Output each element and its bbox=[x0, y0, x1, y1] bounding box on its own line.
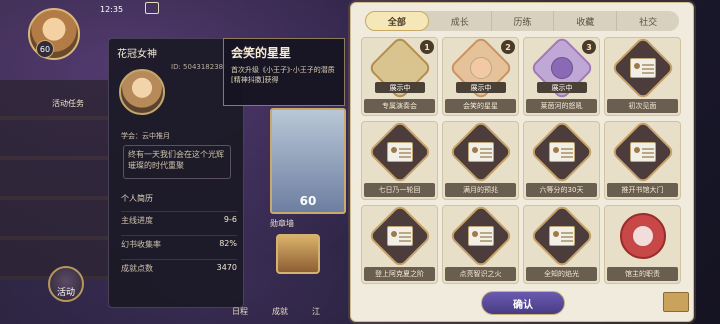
bottom-tab-other[interactable]: 江 bbox=[312, 306, 320, 317]
achievement-emblem-icon bbox=[528, 203, 595, 269]
achievement-name: 七日乃一轮回 bbox=[364, 183, 435, 197]
tab-experience[interactable]: 历练 bbox=[492, 11, 555, 31]
emblem-glyph-icon bbox=[629, 58, 656, 78]
achievement-tooltip: 会笑的星星 首次升级《小王子》·小王子的潜质[精神抖擞]获得 bbox=[223, 38, 345, 106]
bottom-tab-schedule[interactable]: 日程 bbox=[232, 306, 248, 317]
event-button-label: 活动 bbox=[56, 288, 75, 298]
tab-collection[interactable]: 收藏 bbox=[554, 11, 618, 31]
stat-value: 82% bbox=[219, 239, 237, 248]
stat-row-collection-rate: 幻书收集率 82% bbox=[121, 235, 237, 250]
badge-wall-gift-icon[interactable] bbox=[276, 234, 320, 274]
achievement-item[interactable]: 3 展示中 莱茵河的怒吼 bbox=[523, 35, 600, 116]
confirm-button[interactable]: 确认 bbox=[481, 291, 565, 315]
achievement-name: 全知的焰光 bbox=[526, 267, 597, 281]
emblem-glyph-icon bbox=[469, 57, 492, 79]
achievement-emblem-icon bbox=[609, 35, 676, 101]
player-name: 花冠女神 bbox=[117, 49, 157, 60]
stat-row-main-progress: 主线进度 9-6 bbox=[121, 211, 237, 226]
achievement-name: 会笑的星星 bbox=[445, 99, 516, 113]
player-level-badge: 60 bbox=[36, 40, 54, 58]
achievement-panel: 全部 成长 历练 收藏 社交 1 展示中 专属演奏会 2 展示中 会笑的星星 3 展示中 莱茵河… bbox=[350, 2, 694, 322]
tooltip-description: 首次升级《小王子》·小王子的潜质[精神抖擞]获得 bbox=[231, 66, 335, 84]
achievement-emblem-icon bbox=[447, 119, 514, 185]
bottom-tab-achievement[interactable]: 成就 bbox=[272, 306, 288, 317]
emblem-glyph-icon bbox=[662, 292, 689, 312]
player-school: 学会：云中推月 bbox=[121, 132, 170, 140]
emblem-glyph-icon bbox=[386, 226, 413, 246]
displaying-status-badge: 展示中 bbox=[537, 82, 587, 93]
tab-all[interactable]: 全部 bbox=[365, 11, 429, 31]
stat-label: 幻书收集率 bbox=[121, 240, 161, 249]
achievement-item[interactable]: 点亮智识之火 bbox=[442, 203, 519, 284]
achievement-name: 莱茵河的怒吼 bbox=[526, 99, 597, 113]
achievement-name: 专属演奏会 bbox=[364, 99, 435, 113]
event-button[interactable]: 活动 bbox=[48, 266, 84, 302]
player-motto[interactable]: 终有一天我们会在这个光辉璀璨的时代重聚 bbox=[123, 145, 231, 179]
achievement-item[interactable]: 六等分的30天 bbox=[523, 119, 600, 200]
tooltip-title: 会笑的星星 bbox=[231, 46, 292, 60]
achievement-tabs: 全部 成长 历练 收藏 社交 bbox=[365, 11, 679, 31]
achievement-name: 满月的预兆 bbox=[445, 183, 516, 197]
emblem-glyph-icon bbox=[467, 142, 494, 162]
stat-value: 3470 bbox=[216, 263, 237, 272]
achievement-item[interactable]: 初次见面 bbox=[604, 35, 681, 116]
profile-avatar[interactable] bbox=[119, 69, 165, 115]
activity-task-label[interactable]: 活动任务 bbox=[52, 98, 84, 109]
achievement-emblem-icon bbox=[366, 203, 433, 269]
emblem-glyph-icon bbox=[631, 225, 654, 247]
achievement-name: 六等分的30天 bbox=[526, 183, 597, 197]
achievement-item[interactable]: 2 展示中 会笑的星星 bbox=[442, 35, 519, 116]
stat-label: 主线进度 bbox=[121, 216, 153, 225]
emblem-glyph-icon bbox=[550, 57, 573, 79]
achievement-name: 推开书馆大门 bbox=[607, 183, 678, 197]
clock-text: 12:35 bbox=[100, 4, 124, 14]
achievement-name: 馆主的职责 bbox=[607, 267, 678, 281]
displaying-status-badge: 展示中 bbox=[375, 82, 425, 93]
achievement-item[interactable]: 七日乃一轮回 bbox=[361, 119, 438, 200]
achievement-grid: 1 展示中 专属演奏会 2 展示中 会笑的星星 3 展示中 莱茵河的怒吼 初次见面 七日乃一轮回 满月… bbox=[361, 35, 689, 312]
book-card-number: 60 bbox=[299, 194, 317, 208]
stat-row-achievement-points: 成就点数 3470 bbox=[121, 259, 237, 274]
achievement-item[interactable]: 登上阿克夏之阶 bbox=[361, 203, 438, 284]
tab-social[interactable]: 社交 bbox=[617, 11, 679, 31]
badge-wall-label: 勋章墙 bbox=[270, 219, 294, 228]
tab-growth[interactable]: 成长 bbox=[429, 11, 492, 31]
stat-label: 成就点数 bbox=[121, 264, 153, 273]
achievement-emblem-icon bbox=[447, 203, 514, 269]
achievement-name: 点亮智识之火 bbox=[445, 267, 516, 281]
achievement-emblem-icon bbox=[609, 119, 676, 185]
achievement-emblem-icon bbox=[528, 119, 595, 185]
emblem-glyph-icon bbox=[467, 226, 494, 246]
mail-icon[interactable] bbox=[145, 2, 159, 14]
emblem-glyph-icon bbox=[386, 142, 413, 162]
emblem-glyph-icon bbox=[548, 226, 575, 246]
displaying-status-badge: 展示中 bbox=[456, 82, 506, 93]
achievement-item[interactable]: 满月的预兆 bbox=[442, 119, 519, 200]
emblem-glyph-icon bbox=[629, 142, 656, 162]
emblem-glyph-icon bbox=[548, 142, 575, 162]
achievement-name: 初次见面 bbox=[607, 99, 678, 113]
stat-value: 9-6 bbox=[223, 215, 237, 224]
achievement-item[interactable]: 1 展示中 专属演奏会 bbox=[361, 35, 689, 312]
achievement-emblem-icon bbox=[366, 119, 433, 185]
achievement-item[interactable]: 全知的焰光 bbox=[523, 203, 600, 284]
achievement-emblem-icon bbox=[615, 211, 671, 261]
achievement-item[interactable]: 推开书馆大门 bbox=[604, 119, 681, 200]
bottom-tabs: 日程 成就 江 bbox=[232, 306, 320, 317]
bookshelf-decoration bbox=[0, 80, 110, 280]
book-card[interactable]: 60 bbox=[270, 108, 346, 214]
achievement-name: 登上阿克夏之阶 bbox=[364, 267, 435, 281]
achievement-item[interactable]: 馆主的职责 bbox=[604, 205, 681, 284]
player-uid: ID: 5043182385 bbox=[171, 63, 228, 71]
profile-section-title: 个人简历 bbox=[121, 194, 153, 203]
